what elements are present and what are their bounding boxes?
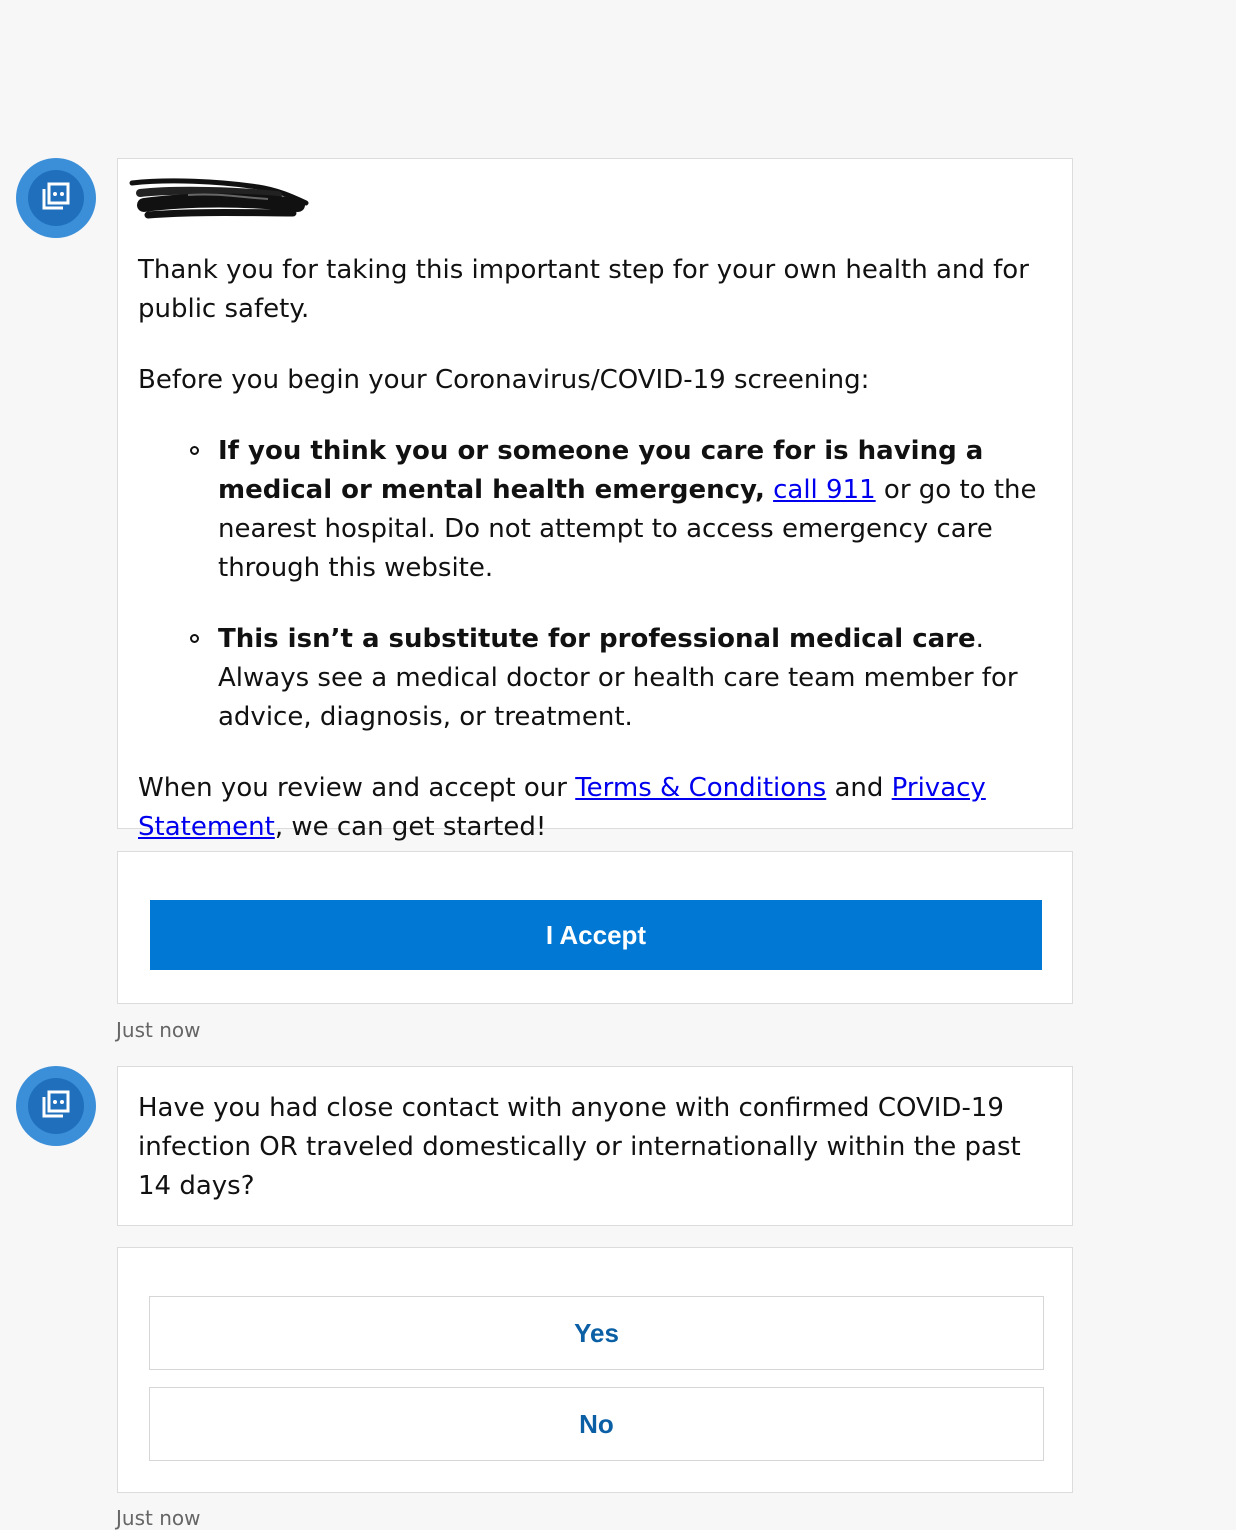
closing-pre: When you review and accept our <box>138 773 576 803</box>
question-text: Have you had close contact with anyone w… <box>138 1093 1021 1201</box>
closing-post: , we can get started! <box>274 812 547 842</box>
notice-list: If you think you or someone you care for… <box>138 432 1052 737</box>
choices-card: Yes No <box>117 1247 1073 1493</box>
accept-card: I Accept <box>117 851 1073 1004</box>
list-item: This isn’t a substitute for professional… <box>138 620 1052 737</box>
substitute-bold-text: This isn’t a substitute for professional… <box>218 624 976 654</box>
yes-button[interactable]: Yes <box>149 1296 1044 1370</box>
intro-text: Thank you for taking this important step… <box>138 255 1029 324</box>
timestamp: Just now <box>116 1018 201 1042</box>
terms-link[interactable]: Terms & Conditions <box>575 773 826 803</box>
before-begin-text: Before you begin your Coronavirus/COVID-… <box>138 365 870 395</box>
accept-button[interactable]: I Accept <box>150 900 1042 970</box>
closing-mid: and <box>826 773 892 803</box>
bot-message-card: Thank you for taking this important step… <box>117 158 1073 842</box>
bot-avatar <box>16 1066 96 1146</box>
bullet-icon <box>190 446 199 455</box>
bullet-icon <box>190 634 199 643</box>
bot-avatar <box>16 158 96 238</box>
no-button[interactable]: No <box>149 1387 1044 1461</box>
timestamp: Just now <box>116 1506 201 1530</box>
list-item: If you think you or someone you care for… <box>138 432 1052 588</box>
question-card: Have you had close contact with anyone w… <box>117 1066 1073 1226</box>
closing-text: When you review and accept our Terms & C… <box>138 769 1052 847</box>
redacted-scribble <box>128 169 318 233</box>
bot-icon <box>40 1088 72 1124</box>
bot-icon <box>40 180 72 216</box>
call-911-link[interactable]: call 911 <box>773 475 876 505</box>
